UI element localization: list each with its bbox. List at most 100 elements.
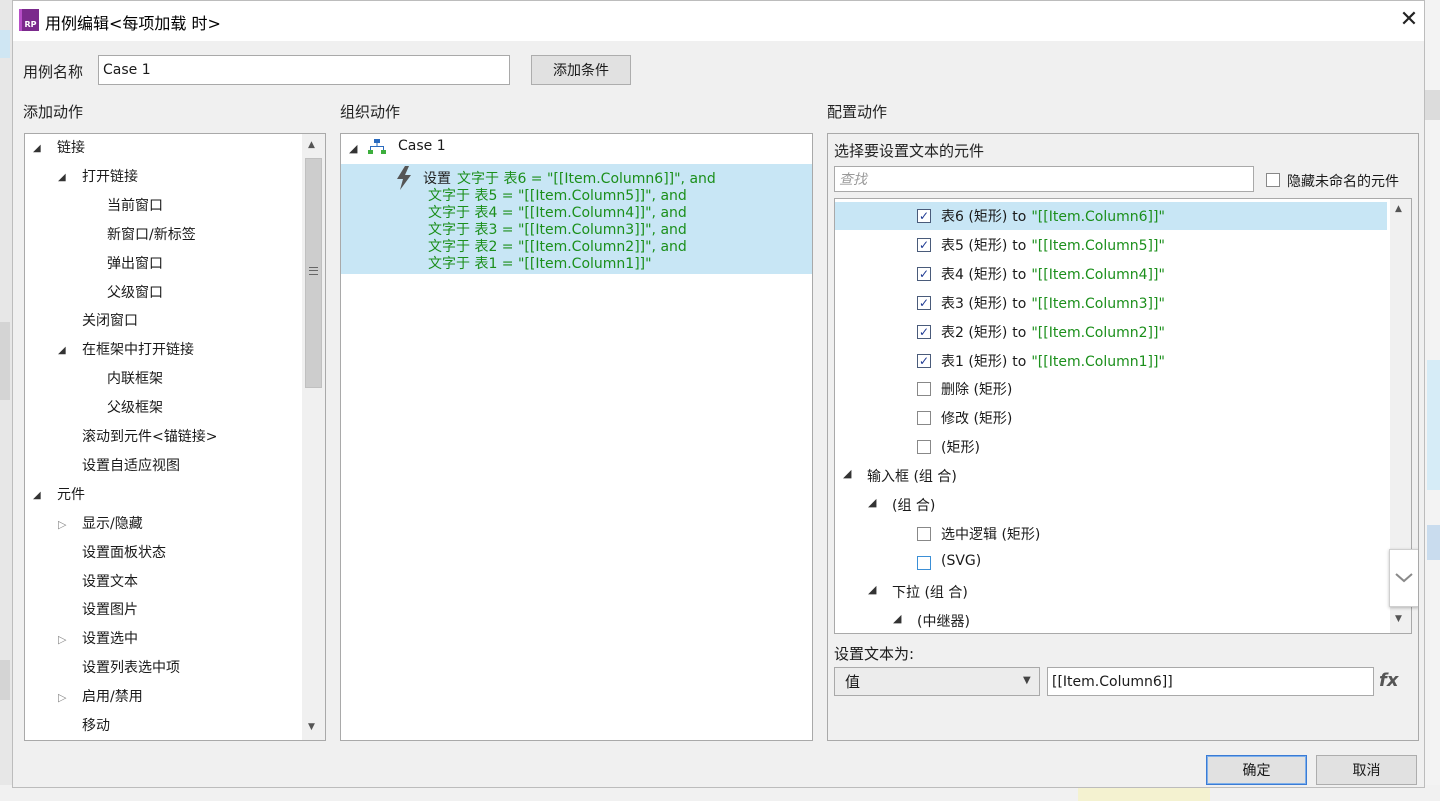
add-action-scrollbar[interactable]: ▲ ▼: [302, 134, 325, 740]
widget-checkbox[interactable]: [917, 555, 931, 570]
dropdown-arrow-icon: ▼: [1023, 675, 1031, 686]
widget-group-label[interactable]: (SVG): [941, 553, 981, 569]
tree-item-label: 设置自适应视图: [82, 457, 180, 474]
widget-value: "[[Item.Column1]]": [1031, 353, 1165, 370]
tree-item-label: 设置面板状态: [82, 544, 166, 561]
widget-checkbox[interactable]: ✓: [917, 237, 931, 252]
expand-triangle-icon[interactable]: ▷: [58, 625, 66, 654]
widget-group-label[interactable]: (组 合): [892, 495, 935, 515]
widget-row[interactable]: 表6 (矩形) to "[[Item.Column6]]": [941, 206, 1165, 226]
case-label[interactable]: Case 1: [398, 138, 446, 154]
scroll-thumb[interactable]: [305, 158, 322, 388]
expand-triangle-icon[interactable]: ▷: [58, 683, 66, 712]
widget-checkbox[interactable]: [917, 382, 931, 397]
tree-item-label: 关闭窗口: [82, 313, 138, 330]
widget-value: "[[Item.Column5]]": [1031, 237, 1165, 254]
tree-item-label: 在框架中打开链接: [82, 342, 194, 359]
widget-name: 表3 (矩形): [941, 295, 1008, 312]
set-text-type-select[interactable]: 值 ▼: [834, 667, 1040, 696]
collapse-triangle-icon[interactable]: ◢: [868, 583, 876, 596]
collapse-triangle-icon[interactable]: ◢: [58, 163, 66, 192]
action-item[interactable]: 设置 文字于 表6 = "[[Item.Column6]]", and 文字于 表…: [341, 164, 812, 274]
tree-item-label: 当前窗口: [107, 197, 163, 214]
widget-checkbox[interactable]: ✓: [917, 324, 931, 339]
case-tree-icon: [368, 139, 386, 155]
tree-item-label: 滚动到元件<锚链接>: [82, 429, 218, 445]
chevron-down-icon[interactable]: [1389, 549, 1418, 607]
widget-checkbox[interactable]: [917, 411, 931, 426]
to-word: to: [1012, 295, 1027, 312]
action-line: 文字于 表1 = "[[Item.Column1]]": [428, 256, 652, 272]
expand-triangle-icon[interactable]: ▷: [58, 510, 66, 539]
widget-group-label[interactable]: 下拉 (组 合): [892, 582, 968, 602]
tree-item-label: 链接: [57, 140, 85, 156]
widget-row[interactable]: (矩形): [941, 437, 980, 457]
cancel-button[interactable]: 取消: [1316, 755, 1417, 785]
collapse-triangle-icon[interactable]: ◢: [868, 496, 876, 509]
widget-checkbox[interactable]: [917, 526, 931, 541]
close-icon[interactable]: ✕: [1397, 6, 1421, 34]
widget-name: 删除 (矩形): [941, 382, 1013, 399]
widget-name: 表4 (矩形): [941, 266, 1008, 283]
widget-row[interactable]: 表5 (矩形) to "[[Item.Column5]]": [941, 235, 1165, 255]
widget-value: "[[Item.Column2]]": [1031, 324, 1165, 341]
to-word: to: [1012, 353, 1027, 370]
widget-checkbox[interactable]: ✓: [917, 353, 931, 368]
tree-item-label: 设置文本: [82, 573, 138, 590]
widget-name: 表2 (矩形): [941, 324, 1008, 341]
widget-list: ✓ 表6 (矩形) to "[[Item.Column6]]" ✓ 表5 (矩形) to "[…: [834, 198, 1412, 634]
to-word: to: [1012, 209, 1027, 225]
widget-group-label[interactable]: 输入框 (组 合): [867, 466, 957, 486]
collapse-triangle-icon[interactable]: ◢: [893, 612, 901, 625]
tree-item-label: 弹出窗口: [107, 255, 163, 272]
widget-name: 修改 (矩形): [941, 411, 1013, 428]
to-word: to: [1012, 237, 1027, 254]
axure-rp-icon: RP: [19, 9, 39, 31]
widget-group-label[interactable]: 选中逻辑 (矩形): [941, 524, 1040, 544]
widget-row[interactable]: 修改 (矩形): [941, 408, 1012, 428]
tree-item-label: 内联框架: [107, 371, 163, 388]
ok-button[interactable]: 确定: [1206, 755, 1307, 785]
widget-checkbox[interactable]: ✓: [917, 295, 931, 310]
scroll-up-icon[interactable]: ▲: [1395, 204, 1402, 214]
widget-group-label[interactable]: (中继器): [917, 611, 970, 631]
widget-row[interactable]: 表2 (矩形) to "[[Item.Column2]]": [941, 322, 1165, 342]
fx-button[interactable]: fx: [1379, 670, 1398, 691]
widget-value: "[[Item.Column4]]": [1031, 266, 1165, 283]
widget-checkbox[interactable]: ✓: [917, 266, 931, 281]
to-word: to: [1012, 266, 1027, 283]
widget-checkbox[interactable]: ✓: [917, 209, 931, 223]
set-text-value-input[interactable]: [[Item.Column6]]: [1047, 667, 1374, 696]
tree-item-label: 显示/隐藏: [82, 515, 143, 532]
widget-name: 表6 (矩形): [941, 209, 1008, 225]
to-word: to: [1012, 324, 1027, 341]
widget-row[interactable]: 删除 (矩形): [941, 379, 1012, 399]
case-name-input[interactable]: Case 1: [98, 55, 510, 85]
widget-row[interactable]: 表1 (矩形) to "[[Item.Column1]]": [941, 351, 1165, 371]
case-name-label: 用例名称: [23, 63, 84, 81]
widget-name: 表5 (矩形): [941, 237, 1008, 254]
widget-checkbox[interactable]: [917, 440, 931, 455]
scroll-down-icon[interactable]: ▼: [1395, 614, 1402, 624]
widget-name: 表1 (矩形): [941, 353, 1008, 370]
tree-item-label: 元件: [57, 486, 85, 503]
widget-row[interactable]: 表3 (矩形) to "[[Item.Column3]]": [941, 293, 1165, 313]
case-expander-icon[interactable]: ◢: [349, 142, 357, 155]
add-action-tree: ◢ 链接 ◢ 打开链接 当前窗口 新窗口/新标签 弹出窗口 父级窗口 关闭窗口 ◢ 在框架中打开链接…: [24, 133, 326, 741]
case-editor-dialog: RP 用例编辑<每项加载 时> ✕ 用例名称 Case 1 添加条件 添加动作 …: [12, 0, 1425, 788]
collapse-triangle-icon[interactable]: ◢: [33, 134, 41, 163]
lightning-icon: [395, 166, 413, 190]
add-condition-button[interactable]: 添加条件: [531, 55, 631, 85]
tree-item-label: 打开链接: [82, 168, 138, 185]
collapse-triangle-icon[interactable]: ◢: [843, 467, 851, 480]
collapse-triangle-icon[interactable]: ◢: [33, 481, 41, 510]
hide-unnamed-checkbox[interactable]: [1266, 173, 1280, 187]
widget-search-input[interactable]: 查找: [834, 166, 1254, 192]
scroll-down-icon[interactable]: ▼: [308, 722, 315, 732]
collapse-triangle-icon[interactable]: ◢: [58, 336, 66, 365]
widget-row[interactable]: 表4 (矩形) to "[[Item.Column4]]": [941, 264, 1165, 284]
tree-item-label: 移动: [82, 718, 110, 734]
scroll-up-icon[interactable]: ▲: [308, 140, 315, 150]
widget-value: "[[Item.Column3]]": [1031, 295, 1165, 312]
tree-item-label: 设置选中: [82, 631, 138, 648]
